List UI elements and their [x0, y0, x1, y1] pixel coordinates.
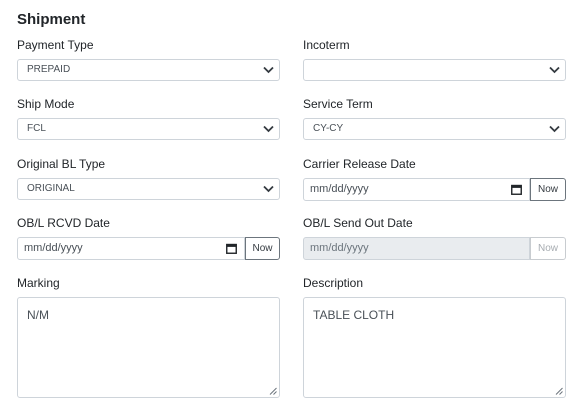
resize-grip-icon[interactable] [269, 387, 277, 395]
description-label: Description [303, 276, 364, 290]
marking-label: Marking [17, 276, 60, 290]
service-term-value: CY-CY [313, 123, 344, 134]
obl-rcvd-date-input[interactable]: mm/dd/yyyy [17, 237, 245, 260]
shipment-form: Shipment Payment Type PREPAID Incoterm S… [0, 0, 575, 407]
description-textarea[interactable]: TABLE CLOTH [303, 297, 566, 398]
chevron-down-icon [549, 125, 560, 133]
calendar-icon[interactable] [226, 243, 237, 254]
ship-mode-label: Ship Mode [17, 97, 75, 111]
obl-rcvd-date-placeholder: mm/dd/yyyy [24, 242, 83, 254]
carrier-release-date-placeholder: mm/dd/yyyy [310, 183, 369, 195]
description-value: TABLE CLOTH [313, 308, 395, 322]
marking-textarea[interactable]: N/M [17, 297, 280, 398]
obl-rcvd-now-button[interactable]: Now [245, 237, 280, 260]
chevron-down-icon [549, 66, 560, 74]
payment-type-label: Payment Type [17, 38, 94, 52]
original-bl-type-label: Original BL Type [17, 157, 106, 171]
carrier-release-now-button[interactable]: Now [530, 178, 566, 201]
carrier-release-date-label: Carrier Release Date [303, 157, 416, 171]
calendar-icon[interactable] [511, 184, 522, 195]
obl-send-out-now-button: Now [530, 237, 566, 260]
service-term-label: Service Term [303, 97, 373, 111]
payment-type-select[interactable]: PREPAID [17, 59, 280, 81]
resize-grip-icon[interactable] [555, 387, 563, 395]
original-bl-type-select[interactable]: ORIGINAL [17, 178, 280, 200]
obl-send-out-date-label: OB/L Send Out Date [303, 216, 413, 230]
section-title: Shipment [17, 11, 86, 28]
chevron-down-icon [263, 66, 274, 74]
obl-rcvd-date-label: OB/L RCVD Date [17, 216, 110, 230]
ship-mode-value: FCL [27, 123, 46, 134]
obl-send-out-date-input: mm/dd/yyyy [303, 237, 530, 260]
chevron-down-icon [263, 125, 274, 133]
ship-mode-select[interactable]: FCL [17, 118, 280, 140]
incoterm-select[interactable] [303, 59, 566, 81]
service-term-select[interactable]: CY-CY [303, 118, 566, 140]
chevron-down-icon [263, 185, 274, 193]
incoterm-label: Incoterm [303, 38, 350, 52]
carrier-release-date-input[interactable]: mm/dd/yyyy [303, 178, 530, 201]
marking-value: N/M [27, 308, 49, 322]
obl-send-out-date-placeholder: mm/dd/yyyy [310, 242, 369, 254]
payment-type-value: PREPAID [27, 64, 71, 75]
original-bl-type-value: ORIGINAL [27, 183, 75, 194]
